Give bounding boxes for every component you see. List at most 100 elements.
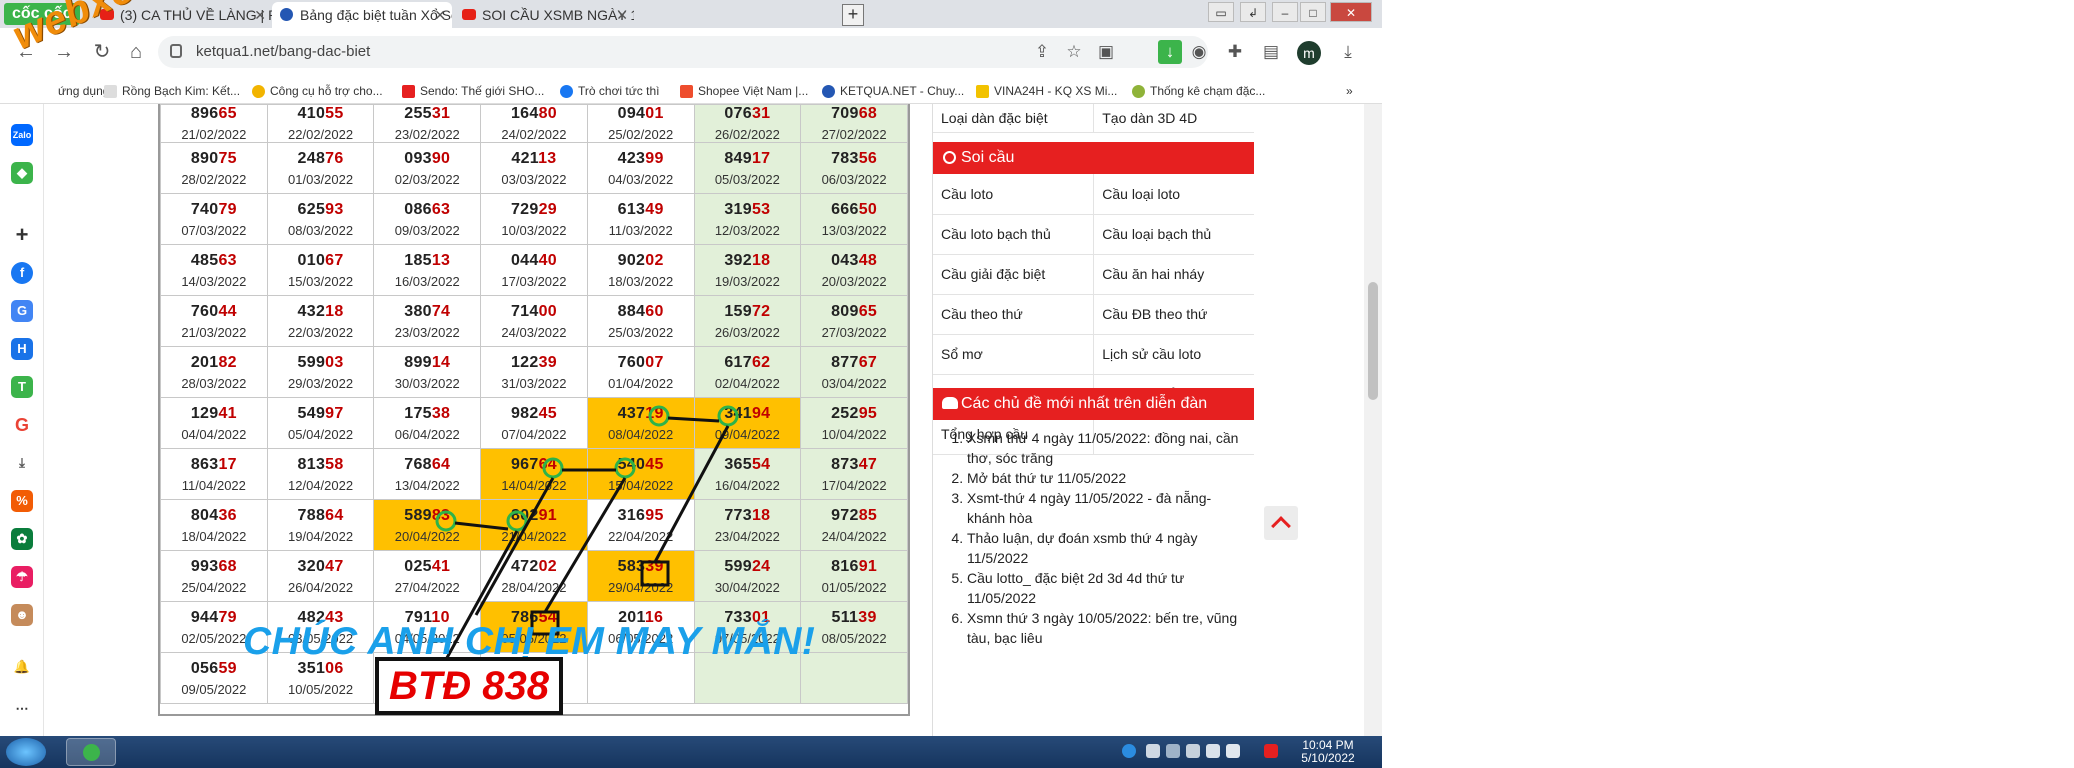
reload-icon[interactable]: ↻: [88, 38, 116, 66]
bell-icon[interactable]: 🔔: [11, 656, 33, 678]
link-tao-dan[interactable]: Tạo dàn 3D 4D: [1093, 104, 1255, 133]
tray-icon[interactable]: [1166, 744, 1180, 758]
bookmark-item[interactable]: VINA24H - KQ XS Mi...: [976, 84, 1117, 98]
umbrella-icon[interactable]: ☂: [11, 566, 33, 588]
taskbar-coccoc-app[interactable]: [66, 738, 116, 766]
bookmark-item[interactable]: Sendo: Thế giới SHO...: [402, 84, 544, 98]
result-cell: 87347 17/04/2022: [800, 448, 908, 500]
table-row: 94479 02/05/2022 48243 03/05/2022 79110 04/05…: [160, 601, 908, 653]
left-gutter: [44, 104, 158, 736]
prize-number: 42113: [511, 149, 557, 167]
extension-badge-icon[interactable]: ▣: [1094, 40, 1118, 64]
puzzle-icon[interactable]: ✚: [1223, 40, 1247, 64]
bookmark-item[interactable]: Rồng Bạch Kim: Kết...: [104, 84, 240, 98]
page-scrollbar[interactable]: [1364, 104, 1382, 736]
t-icon[interactable]: T: [11, 376, 33, 398]
coccoc-icon[interactable]: ◉: [1187, 40, 1211, 64]
soi-cau-link[interactable]: Cầu loại loto: [1093, 174, 1255, 215]
prize-number: 54997: [297, 404, 344, 422]
link-loai-dan-dac-biet[interactable]: Loại dàn đặc biệt: [933, 104, 1095, 133]
forum-topic-link[interactable]: Thảo luận, dự đoán xsmb thứ 4 ngày 11/5/…: [967, 528, 1247, 568]
forum-topic-link[interactable]: Xsmn thứ 4 ngày 11/05/2022: đồng nai, cầ…: [967, 428, 1247, 468]
soi-cau-link[interactable]: Cầu loại bạch thủ: [1093, 214, 1255, 255]
person-icon[interactable]: ☻: [11, 604, 33, 626]
close-tab-icon[interactable]: ✕: [434, 2, 446, 28]
result-cell: 47202 28/04/2022: [480, 550, 588, 602]
scrollbar-thumb[interactable]: [1368, 282, 1378, 400]
url-text[interactable]: ketqua1.net/bang-dac-biet: [196, 43, 370, 60]
start-button[interactable]: [6, 738, 46, 766]
maximize-button[interactable]: □: [1300, 2, 1326, 22]
tab-youtube-phim[interactable]: (3) CA THỦ VỀ LÀNG | PHIM ✕: [92, 2, 272, 28]
avatar[interactable]: m: [1297, 41, 1321, 65]
forum-topic-link[interactable]: Xsmt-thứ 4 ngày 11/05/2022 - đà nẵng-khá…: [967, 488, 1247, 528]
network-globe-icon[interactable]: [1122, 744, 1136, 758]
result-cell: 39218 19/03/2022: [693, 244, 802, 296]
soi-cau-link[interactable]: Cầu ăn hai nháy: [1093, 254, 1255, 295]
h-icon[interactable]: H: [11, 338, 33, 360]
game-icon[interactable]: ◆: [11, 162, 33, 184]
scroll-top-button[interactable]: [1264, 506, 1298, 540]
translate-icon[interactable]: G: [11, 300, 33, 322]
prize-date: 11/03/2022: [608, 222, 673, 238]
close-tab-icon[interactable]: ✕: [254, 2, 266, 28]
zalo-icon[interactable]: Zalo: [11, 124, 33, 146]
network-icon[interactable]: [1186, 744, 1200, 758]
new-tab-button[interactable]: +: [842, 4, 864, 26]
tab-soi-cau[interactable]: SOI CẦU XSMB NGÀY 11/05 ✕: [454, 2, 634, 28]
forum-topic-link[interactable]: Cầu lotto_ đặc biệt 2d 3d 4d thứ tư 11/0…: [967, 568, 1247, 608]
soi-cau-link[interactable]: Cầu giải đặc biệt: [933, 254, 1095, 295]
taskbar-clock[interactable]: 10:04 PM 5/10/2022: [1296, 739, 1360, 765]
table-row: 89665 21/02/2022 41055 22/02/2022 25531 23/02…: [160, 104, 908, 143]
add-icon[interactable]: +: [11, 224, 33, 246]
volume-icon[interactable]: [1206, 744, 1220, 758]
language-icon[interactable]: [1226, 744, 1240, 758]
download-icon[interactable]: ⤓: [1336, 40, 1360, 64]
facebook-icon[interactable]: f: [11, 262, 33, 284]
prize-number: 12941: [190, 404, 237, 422]
lotus-icon[interactable]: ✿: [11, 528, 33, 550]
bookmark-item[interactable]: KETQUA.NET - Chuy...: [822, 84, 964, 98]
soi-cau-link[interactable]: Cầu ĐB theo thứ: [1093, 294, 1255, 335]
close-tab-icon[interactable]: ✕: [616, 2, 628, 28]
sidebar-icon[interactable]: ▤: [1259, 40, 1283, 64]
bookmarks-more-icon[interactable]: »: [1346, 84, 1353, 98]
bookmark-item[interactable]: Shopee Việt Nam |...: [680, 84, 808, 98]
home-icon[interactable]: ⌂: [122, 38, 150, 66]
soi-cau-link[interactable]: Lịch sử cầu loto: [1093, 334, 1255, 375]
tray-icon[interactable]: [1146, 744, 1160, 758]
bookmark-item[interactable]: ứng dụng: [40, 84, 109, 98]
share-icon[interactable]: ⇪: [1030, 40, 1054, 64]
soi-cau-link[interactable]: Cầu loto bạch thủ: [933, 214, 1095, 255]
google-icon[interactable]: G: [11, 414, 33, 436]
star-icon[interactable]: ☆: [1062, 40, 1086, 64]
soi-cau-link[interactable]: Cầu loto: [933, 174, 1095, 215]
prize-number: 16480: [510, 105, 557, 122]
forward-arrow-icon[interactable]: →: [50, 38, 78, 66]
minimize-button[interactable]: –: [1272, 2, 1298, 22]
soi-cau-link[interactable]: Sổ mơ: [933, 334, 1095, 375]
prize-date: 08/04/2022: [608, 426, 674, 442]
download-green-icon[interactable]: ↓: [1158, 40, 1182, 64]
flag-icon[interactable]: [1264, 744, 1278, 758]
forum-topic-link[interactable]: Xsmn thứ 3 ngày 10/05/2022: bến tre, vũn…: [967, 608, 1247, 648]
prize-number: 89914: [404, 353, 451, 371]
tab-bang-dac-biet[interactable]: Bảng đặc biệt tuần Xổ Số Tru ✕: [272, 2, 452, 28]
back-arrow-icon[interactable]: ←: [12, 38, 40, 66]
browser-brand[interactable]: cốc cốc: [4, 3, 80, 25]
window-icon[interactable]: ▭: [1208, 2, 1234, 22]
address-bar[interactable]: ketqua1.net/bang-dac-biet ⇪ ☆ ▣ ↓: [158, 36, 1208, 68]
forum-topic-link[interactable]: Mở bát thứ tư 11/05/2022: [967, 468, 1247, 488]
close-window-button[interactable]: ✕: [1330, 2, 1372, 22]
result-cell: 48243 03/05/2022: [266, 601, 375, 653]
soi-cau-link[interactable]: Cầu theo thứ: [933, 294, 1095, 335]
download-icon[interactable]: ⤓: [11, 452, 33, 474]
sale-icon[interactable]: %: [11, 490, 33, 512]
prize-date: 10/05/2022: [288, 681, 354, 697]
bookmark-item[interactable]: Trò chơi tức thì: [560, 84, 659, 98]
back-window-icon[interactable]: ↲: [1240, 2, 1266, 22]
bookmark-item[interactable]: Công cụ hỗ trợ cho...: [252, 84, 383, 98]
bookmark-item[interactable]: Thống kê chạm đặc...: [1132, 84, 1265, 98]
lock-icon: [170, 44, 182, 58]
more-icon[interactable]: ⋯: [11, 698, 33, 720]
